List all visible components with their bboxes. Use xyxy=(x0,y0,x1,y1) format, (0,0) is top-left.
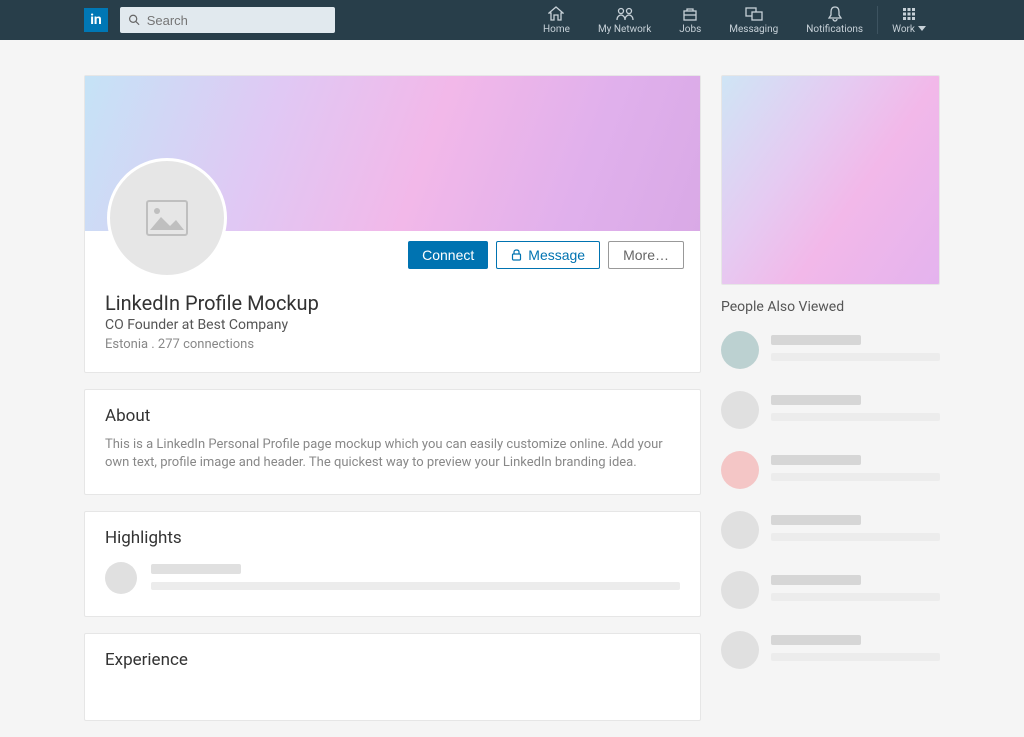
main-column: Connect Message More… LinkedIn Profile M… xyxy=(84,75,701,737)
pav-placeholder xyxy=(771,451,940,489)
people-also-viewed-item[interactable] xyxy=(721,511,940,549)
about-title: About xyxy=(105,406,680,426)
pav-avatar xyxy=(721,451,759,489)
experience-card: Experience xyxy=(84,633,701,721)
search-icon xyxy=(128,13,141,27)
top-nav: in Home My Network Jobs Messaging Notifi… xyxy=(0,0,1024,40)
message-button[interactable]: Message xyxy=(496,241,600,269)
highlights-title: Highlights xyxy=(105,528,680,548)
people-also-viewed-item[interactable] xyxy=(721,571,940,609)
pav-avatar xyxy=(721,331,759,369)
search-input[interactable] xyxy=(147,13,327,28)
pav-avatar xyxy=(721,631,759,669)
home-icon xyxy=(548,6,564,22)
pav-placeholder xyxy=(771,331,940,369)
nav-network-label: My Network xyxy=(598,24,651,35)
cover-image xyxy=(85,76,700,231)
highlights-card: Highlights xyxy=(84,511,701,617)
pav-placeholder xyxy=(771,391,940,429)
people-also-viewed-title: People Also Viewed xyxy=(721,299,940,315)
nav-jobs-label: Jobs xyxy=(679,24,701,35)
nav-messaging-label: Messaging xyxy=(729,24,778,35)
people-also-viewed-item[interactable] xyxy=(721,451,940,489)
nav-network[interactable]: My Network xyxy=(584,0,665,40)
pav-avatar xyxy=(721,511,759,549)
profile-name: LinkedIn Profile Mockup xyxy=(105,291,680,315)
highlight-placeholder xyxy=(151,562,680,590)
pav-placeholder xyxy=(771,511,940,549)
profile-hero-card: Connect Message More… LinkedIn Profile M… xyxy=(84,75,701,373)
briefcase-icon xyxy=(682,6,698,22)
highlight-avatar xyxy=(105,562,137,594)
pav-avatar xyxy=(721,571,759,609)
about-text: This is a LinkedIn Personal Profile page… xyxy=(105,436,680,472)
nav-home[interactable]: Home xyxy=(529,0,584,40)
nav-home-label: Home xyxy=(543,24,570,35)
message-button-label: Message xyxy=(528,247,585,263)
image-placeholder-icon xyxy=(146,200,188,236)
apps-grid-icon xyxy=(902,6,916,22)
bell-icon xyxy=(828,6,842,22)
profile-meta: Estonia . 277 connections xyxy=(105,337,680,352)
pav-avatar xyxy=(721,391,759,429)
lock-icon xyxy=(511,249,522,261)
about-card: About This is a LinkedIn Personal Profil… xyxy=(84,389,701,495)
more-button[interactable]: More… xyxy=(608,241,684,269)
nav-notifications[interactable]: Notifications xyxy=(792,0,877,40)
nav-items: Home My Network Jobs Messaging Notificat… xyxy=(529,0,940,40)
avatar[interactable] xyxy=(107,158,227,278)
nav-notifications-label: Notifications xyxy=(806,24,863,35)
pav-placeholder xyxy=(771,631,940,669)
network-icon xyxy=(616,6,634,22)
connect-button[interactable]: Connect xyxy=(408,241,488,269)
people-also-viewed-list xyxy=(721,331,940,669)
linkedin-logo[interactable]: in xyxy=(84,8,108,32)
nav-work-label: Work xyxy=(892,24,926,35)
nav-messaging[interactable]: Messaging xyxy=(715,0,792,40)
people-also-viewed-item[interactable] xyxy=(721,331,940,369)
nav-work[interactable]: Work xyxy=(878,0,940,40)
pav-placeholder xyxy=(771,571,940,609)
profile-headline: CO Founder at Best Company xyxy=(105,317,680,333)
chevron-down-icon xyxy=(918,26,926,31)
experience-title: Experience xyxy=(105,650,680,670)
search-box[interactable] xyxy=(120,7,335,33)
linkedin-logo-text: in xyxy=(90,12,102,28)
people-also-viewed-item[interactable] xyxy=(721,391,940,429)
aside-column: People Also Viewed xyxy=(721,75,940,737)
people-also-viewed-item[interactable] xyxy=(721,631,940,669)
nav-jobs[interactable]: Jobs xyxy=(665,0,715,40)
content: Connect Message More… LinkedIn Profile M… xyxy=(0,40,1024,737)
messaging-icon xyxy=(745,6,763,22)
aside-banner xyxy=(721,75,940,285)
hero-info: LinkedIn Profile Mockup CO Founder at Be… xyxy=(85,269,700,372)
highlight-item xyxy=(105,562,680,594)
